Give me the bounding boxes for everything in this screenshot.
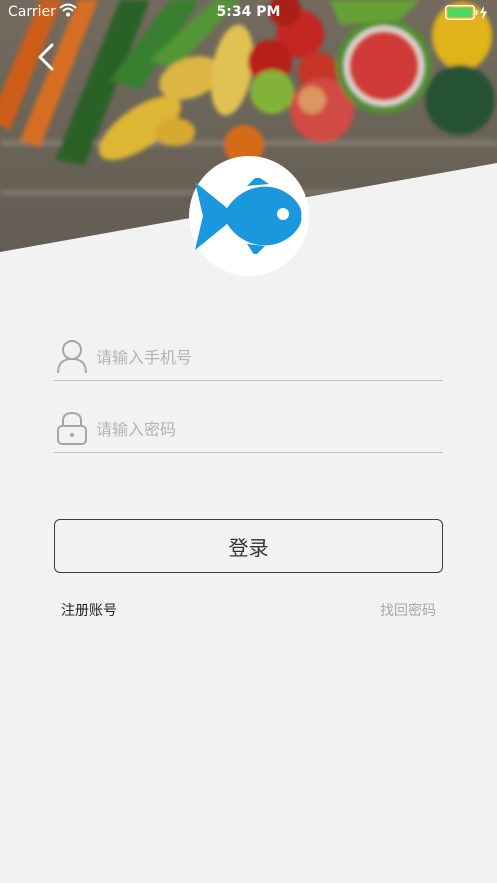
login-button[interactable]: 登录 bbox=[54, 519, 443, 573]
password-input[interactable] bbox=[96, 414, 436, 444]
forgot-password-link[interactable]: 找回密码 bbox=[380, 600, 436, 620]
battery-icon bbox=[445, 5, 489, 25]
app-logo bbox=[189, 156, 309, 276]
phone-field bbox=[54, 338, 443, 381]
status-time: 5:34 PM bbox=[216, 4, 281, 20]
chevron-left-icon bbox=[38, 43, 54, 71]
fish-icon bbox=[195, 178, 302, 254]
back-button[interactable] bbox=[32, 42, 60, 72]
phone-input[interactable] bbox=[96, 342, 436, 372]
lock-icon bbox=[56, 410, 88, 450]
password-field bbox=[54, 410, 443, 453]
user-icon bbox=[56, 338, 88, 378]
register-link[interactable]: 注册账号 bbox=[61, 600, 117, 620]
status-bar: Carrier 5:34 PM bbox=[0, 0, 497, 26]
